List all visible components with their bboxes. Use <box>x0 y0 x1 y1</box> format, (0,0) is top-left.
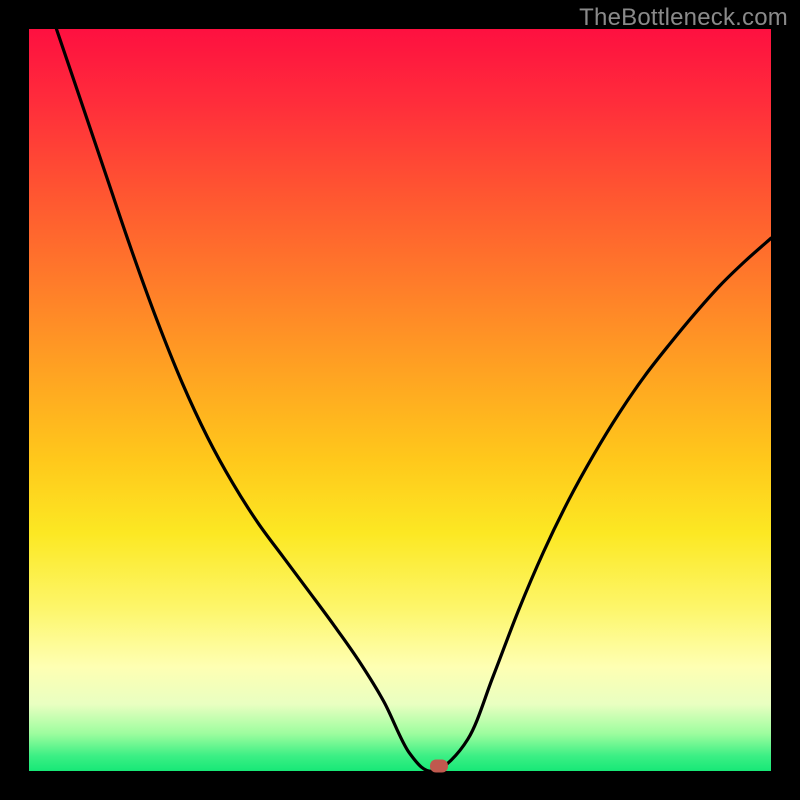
bottleneck-curve <box>29 29 771 771</box>
optimum-marker <box>430 759 448 772</box>
watermark-text: TheBottleneck.com <box>579 4 788 32</box>
chart-frame: TheBottleneck.com <box>0 0 800 800</box>
plot-area <box>29 29 771 771</box>
